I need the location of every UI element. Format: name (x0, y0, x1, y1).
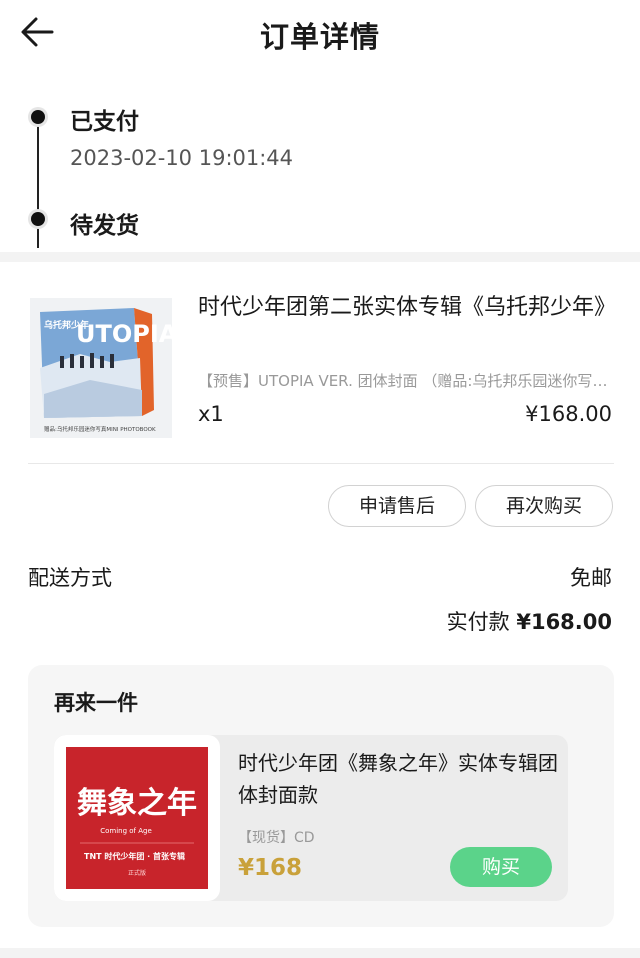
timeline-dot-pending (31, 212, 45, 226)
section-separator (0, 252, 640, 262)
bottom-separator (0, 948, 640, 958)
delivery-method-value: 免邮 (570, 566, 612, 590)
product-spec: 【预售】UTOPIA VER. 团体封面 （赠品:乌托邦乐园迷你写真MINI P… (198, 372, 610, 390)
product-price: ¥168.00 (525, 402, 612, 426)
product-name[interactable]: 时代少年团第二张实体专辑《乌托邦少年》 (198, 292, 618, 324)
album-cover-side: 乌托邦少年 (44, 319, 89, 331)
status-pending-shipment: 待发货 (70, 213, 139, 239)
album2-edition: 正式版 (128, 869, 146, 877)
album-cover-title: UTOPIA (76, 320, 172, 348)
recommended-product-image[interactable]: 舞象之年 Coming of Age TNT 时代少年团 · 首张专辑 正式版 (54, 735, 220, 901)
page-title: 订单详情 (259, 20, 380, 54)
paid-amount-value: ¥168.00 (516, 610, 612, 634)
album-caption: 赠品:乌托邦乐园迷你写真MINI PHOTOBOOK (44, 425, 156, 433)
header: 订单详情 (0, 0, 640, 64)
product-image[interactable]: UTOPIA 乌托邦少年 赠品:乌托邦乐园迷你写真MINI PHOTOBOOK (30, 298, 178, 438)
order-status-timeline: 已支付 2023-02-10 19:01:44 待发货 (0, 88, 640, 248)
delivery-method-label: 配送方式 (28, 566, 112, 590)
divider (28, 463, 614, 464)
status-paid: 已支付 (70, 109, 139, 135)
buy-again-title: 再来一件 (54, 691, 138, 715)
paid-timestamp: 2023-02-10 19:01:44 (70, 146, 294, 170)
recommended-product-spec: 【现货】CD (238, 830, 315, 846)
recommended-product-card[interactable]: 舞象之年 Coming of Age TNT 时代少年团 · 首张专辑 正式版 … (54, 735, 568, 901)
album2-subtitle: Coming of Age (100, 827, 152, 835)
timeline-line (37, 116, 39, 248)
recommended-product-name[interactable]: 时代少年团《舞象之年》实体专辑团体封面款 (238, 747, 558, 811)
apply-after-sale-button[interactable]: 申请售后 (328, 485, 466, 527)
order-product[interactable]: UTOPIA 乌托邦少年 赠品:乌托邦乐园迷你写真MINI PHOTOBOOK … (0, 262, 640, 462)
paid-amount: 实付款 ¥168.00 (447, 606, 612, 636)
product-quantity: x1 (198, 402, 224, 426)
album2-label: TNT 时代少年团 · 首张专辑 (84, 851, 185, 861)
paid-amount-label: 实付款 (446, 610, 510, 634)
album2-title: 舞象之年 (77, 786, 197, 821)
buy-again-section: 再来一件 舞象之年 Coming of Age TNT 时代少年团 · 首张专辑… (28, 665, 614, 927)
buy-again-button[interactable]: 再次购买 (475, 485, 613, 527)
timeline-dot-paid (31, 110, 45, 124)
recommended-product-price: ¥168 (238, 855, 303, 881)
recommended-buy-button[interactable]: 购买 (450, 847, 552, 887)
